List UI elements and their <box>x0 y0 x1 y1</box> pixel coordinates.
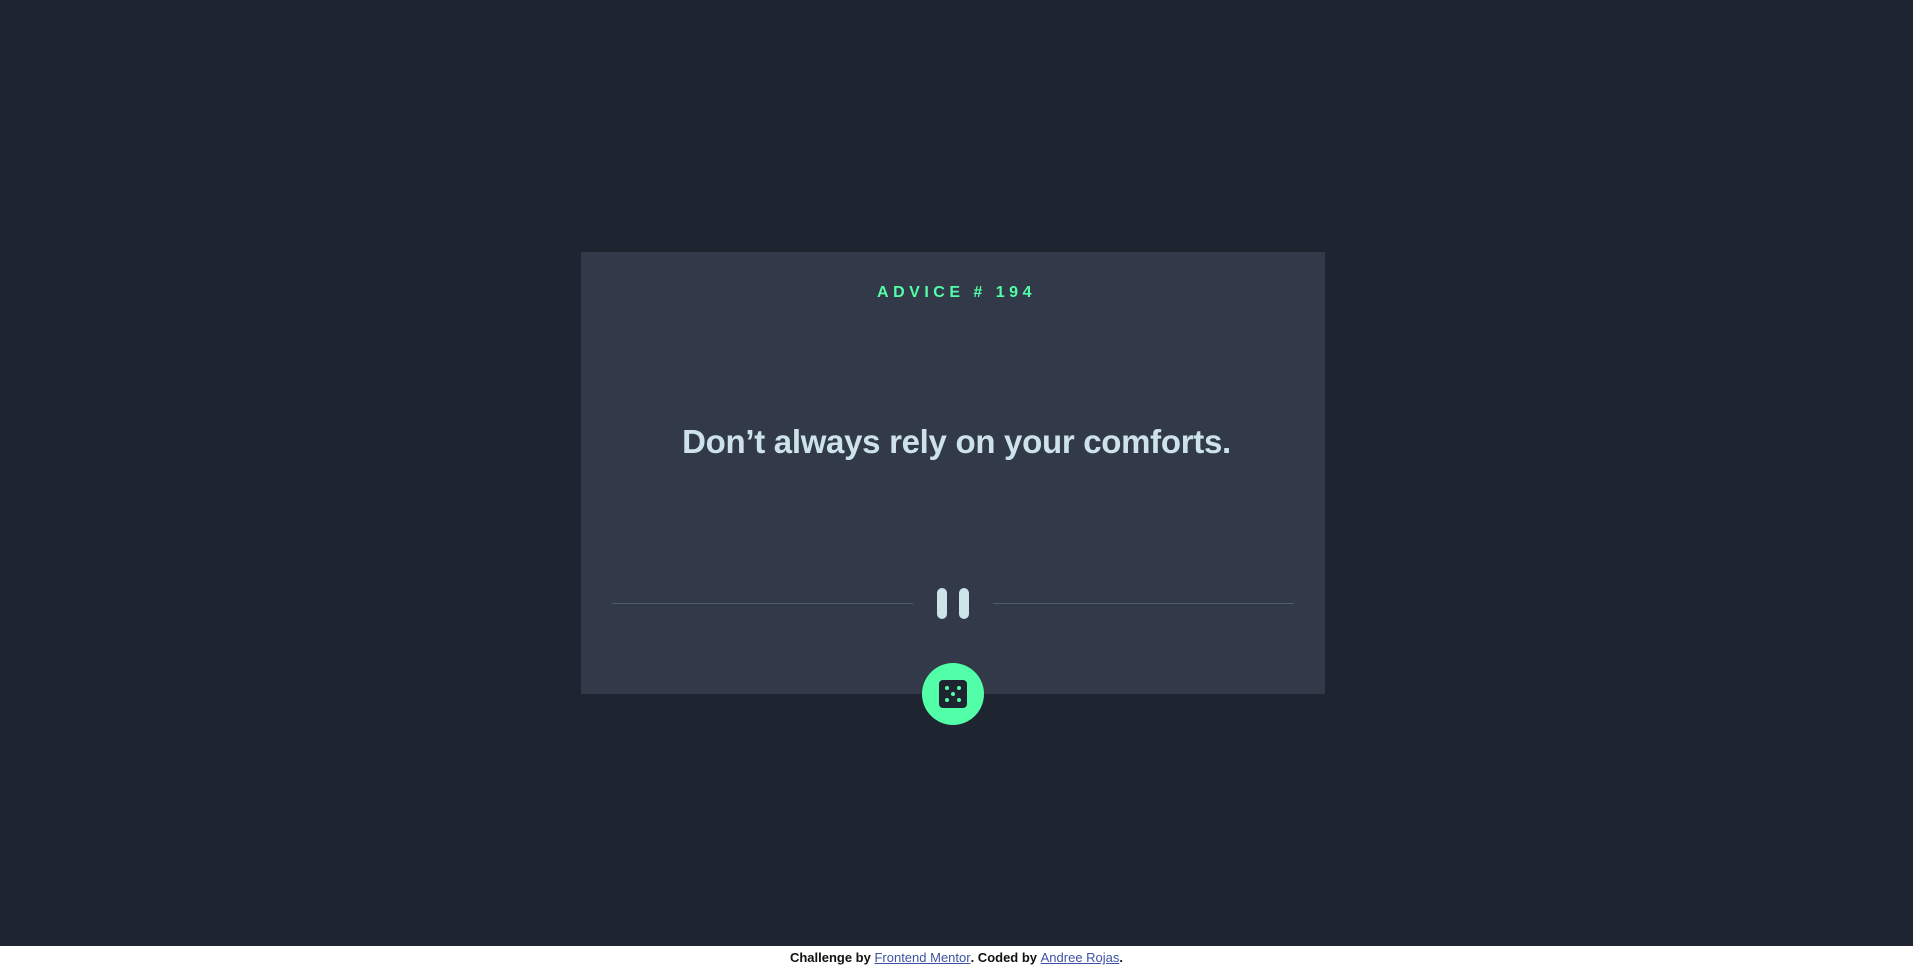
footer-prefix: Challenge by <box>789 950 875 965</box>
divider-line-left <box>612 603 913 604</box>
pause-bar-right <box>959 588 969 619</box>
advice-id-label: ADVICE # 194 <box>877 284 1036 301</box>
page-background: ADVICE # 194 Don’t always rely on your c… <box>0 0 1913 946</box>
pause-icon <box>937 588 969 619</box>
footer-middle: . Coded by <box>970 950 1041 965</box>
dice-icon <box>939 680 967 708</box>
divider-line-right <box>993 603 1294 604</box>
attribution-footer: Challenge by Frontend Mentor. Coded by A… <box>0 946 1913 969</box>
advice-card <box>581 252 1325 694</box>
advice-quote: Don’t always rely on your comforts. <box>682 423 1231 460</box>
pause-bar-left <box>937 588 947 619</box>
author-link[interactable]: Andree Rojas <box>1041 950 1120 965</box>
frontend-mentor-link[interactable]: Frontend Mentor <box>874 950 970 965</box>
new-advice-button[interactable] <box>922 663 984 725</box>
footer-suffix: . <box>1119 950 1124 965</box>
